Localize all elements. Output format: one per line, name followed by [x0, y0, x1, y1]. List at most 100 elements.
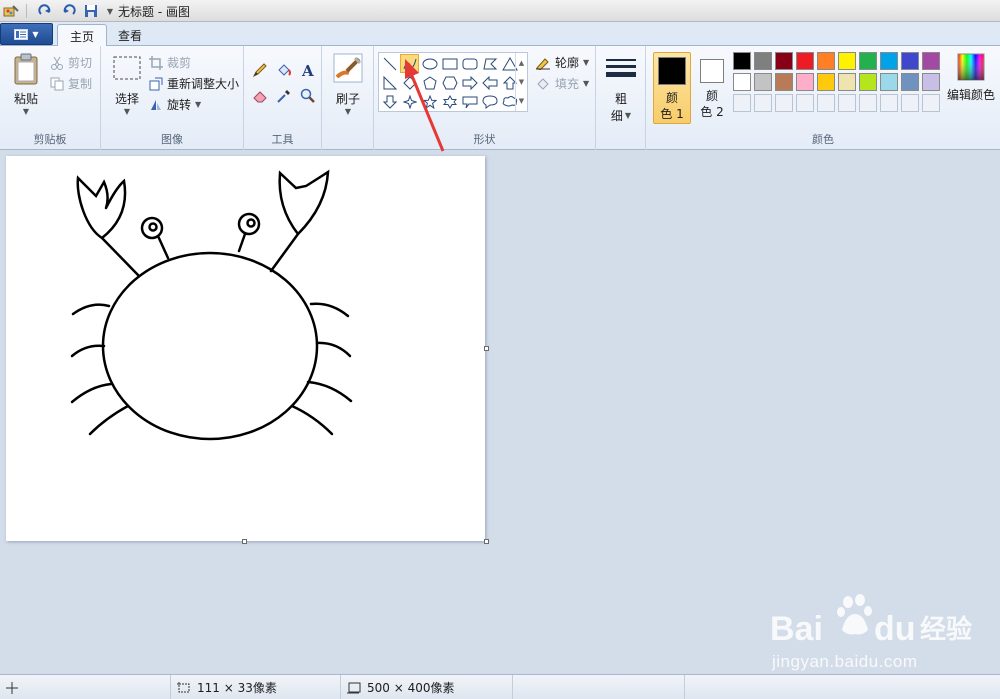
- color2-swatch: [700, 59, 724, 83]
- zoom-segment: [684, 675, 1000, 699]
- rotate-icon: [149, 98, 163, 112]
- color2-button[interactable]: 颜 色 2: [693, 52, 731, 124]
- ribbon-tab-row: ▼ 主页 查看: [0, 22, 1000, 47]
- palette-swatch[interactable]: [838, 73, 856, 91]
- rotate-label: 旋转: [167, 98, 192, 112]
- palette-swatch[interactable]: [796, 73, 814, 91]
- palette-custom-slot[interactable]: [922, 94, 940, 112]
- rotate-button[interactable]: 旋转 ▼: [149, 96, 201, 113]
- paste-button[interactable]: 粘贴 ▼: [8, 52, 44, 116]
- paint-menu-button[interactable]: ▼: [0, 23, 53, 45]
- tab-view-label: 查看: [118, 28, 143, 43]
- fill-button[interactable]: 填充 ▼: [535, 75, 589, 92]
- resize-button[interactable]: 重新调整大小: [149, 75, 239, 92]
- cut-button[interactable]: 剪切: [50, 54, 92, 71]
- size-label-bottom: 细: [610, 109, 623, 123]
- gallery-expand-icon[interactable]: ▼: [519, 97, 524, 105]
- palette-swatch[interactable]: [733, 73, 751, 91]
- palette-swatch[interactable]: [754, 52, 772, 70]
- palette-swatch[interactable]: [838, 52, 856, 70]
- palette-custom-slot[interactable]: [754, 94, 772, 112]
- baidu-jingyan-watermark: Bai du 经验 jingyan.baidu.com: [770, 594, 995, 674]
- select-dropdown-icon[interactable]: ▼: [124, 107, 130, 116]
- palette-swatch[interactable]: [733, 52, 751, 70]
- color-spectrum-icon: [956, 52, 986, 82]
- copy-label: 复制: [68, 77, 93, 91]
- outline-button[interactable]: 轮廓 ▼: [535, 54, 589, 71]
- palette-swatch[interactable]: [754, 73, 772, 91]
- resize-handle-bottom[interactable]: [242, 539, 247, 544]
- scroll-down-icon[interactable]: ▼: [519, 78, 524, 86]
- select-button[interactable]: 选择 ▼: [109, 54, 145, 116]
- magnifier-icon[interactable]: [298, 86, 318, 106]
- redo-icon[interactable]: [36, 4, 54, 18]
- drawing-canvas[interactable]: [6, 156, 485, 541]
- palette-swatch[interactable]: [859, 52, 877, 70]
- eraser-icon[interactable]: [250, 86, 270, 106]
- palette-swatch[interactable]: [859, 73, 877, 91]
- palette-swatch[interactable]: [922, 52, 940, 70]
- brushes-button[interactable]: 刷子 ▼: [330, 52, 366, 116]
- outline-icon: [535, 56, 551, 70]
- canvas-size-text: 500 × 400像素: [367, 681, 455, 695]
- text-tool-icon[interactable]: A: [298, 60, 318, 80]
- palette-custom-slot[interactable]: [838, 94, 856, 112]
- cursor-crosshair-icon: [6, 681, 18, 694]
- crop-label: 裁剪: [167, 56, 192, 70]
- save-icon[interactable]: [82, 4, 100, 18]
- fill-bucket-icon[interactable]: [274, 60, 294, 80]
- undo-icon[interactable]: [60, 4, 78, 18]
- rotate-dropdown-icon[interactable]: ▼: [195, 100, 201, 109]
- palette-swatch[interactable]: [922, 73, 940, 91]
- edit-colors-button[interactable]: 编辑颜色: [947, 52, 995, 103]
- palette-swatch[interactable]: [796, 52, 814, 70]
- palette-swatch[interactable]: [817, 73, 835, 91]
- paint-app-icon[interactable]: [2, 3, 20, 19]
- tab-view[interactable]: 查看: [106, 24, 154, 46]
- paste-dropdown-icon[interactable]: ▼: [23, 107, 29, 116]
- palette-swatch[interactable]: [880, 52, 898, 70]
- palette-swatch[interactable]: [901, 73, 919, 91]
- palette-custom-slot[interactable]: [901, 94, 919, 112]
- copy-button[interactable]: 复制: [50, 75, 92, 92]
- fill-dropdown-icon[interactable]: ▼: [583, 79, 589, 88]
- palette-custom-slot[interactable]: [733, 94, 751, 112]
- palette-custom-slot[interactable]: [859, 94, 877, 112]
- scroll-up-icon[interactable]: ▲: [519, 59, 524, 67]
- resize-handle-corner[interactable]: [484, 539, 489, 544]
- shapes-scrollbar[interactable]: ▲ ▼ ▼: [515, 53, 527, 111]
- left-arrow-shape-icon[interactable]: [480, 73, 499, 92]
- palette-swatch[interactable]: [775, 52, 793, 70]
- palette-custom-slot[interactable]: [796, 94, 814, 112]
- resize-icon: [149, 77, 163, 91]
- resize-handle-right[interactable]: [484, 346, 489, 351]
- color2-label-bottom: 色 2: [700, 105, 724, 119]
- right-arrow-shape-icon[interactable]: [460, 73, 479, 92]
- pencil-icon[interactable]: [250, 60, 270, 80]
- color1-button[interactable]: 颜 色 1: [653, 52, 691, 124]
- palette-custom-slot[interactable]: [817, 94, 835, 112]
- fill-icon: [535, 77, 551, 91]
- palette-swatch[interactable]: [901, 52, 919, 70]
- oval-callout-shape-icon[interactable]: [480, 92, 499, 111]
- palette-custom-slot[interactable]: [775, 94, 793, 112]
- rectangular-callout-shape-icon[interactable]: [460, 92, 479, 111]
- clipboard-group: 粘贴 ▼ 剪切 复制 剪贴板: [0, 46, 101, 150]
- fill-label: 填充: [555, 77, 580, 91]
- crop-button[interactable]: 裁剪: [149, 54, 191, 71]
- brushes-label: 刷子: [335, 92, 360, 106]
- palette-swatch[interactable]: [817, 52, 835, 70]
- color1-label-top: 颜: [665, 91, 678, 105]
- tab-home[interactable]: 主页: [57, 24, 108, 47]
- outline-dropdown-icon[interactable]: ▼: [583, 58, 589, 67]
- color-picker-icon[interactable]: [274, 86, 294, 106]
- palette-swatch[interactable]: [775, 73, 793, 91]
- rounded-rectangle-shape-icon[interactable]: [460, 54, 479, 73]
- annotation-arrow: [405, 59, 445, 152]
- brushes-dropdown-icon[interactable]: ▼: [345, 107, 351, 116]
- size-button[interactable]: 粗 细 ▼: [604, 52, 638, 124]
- polygon-shape-icon[interactable]: [480, 54, 499, 73]
- palette-swatch[interactable]: [880, 73, 898, 91]
- palette-custom-slot[interactable]: [880, 94, 898, 112]
- customize-toolbar-icon[interactable]: ▼: [104, 7, 116, 16]
